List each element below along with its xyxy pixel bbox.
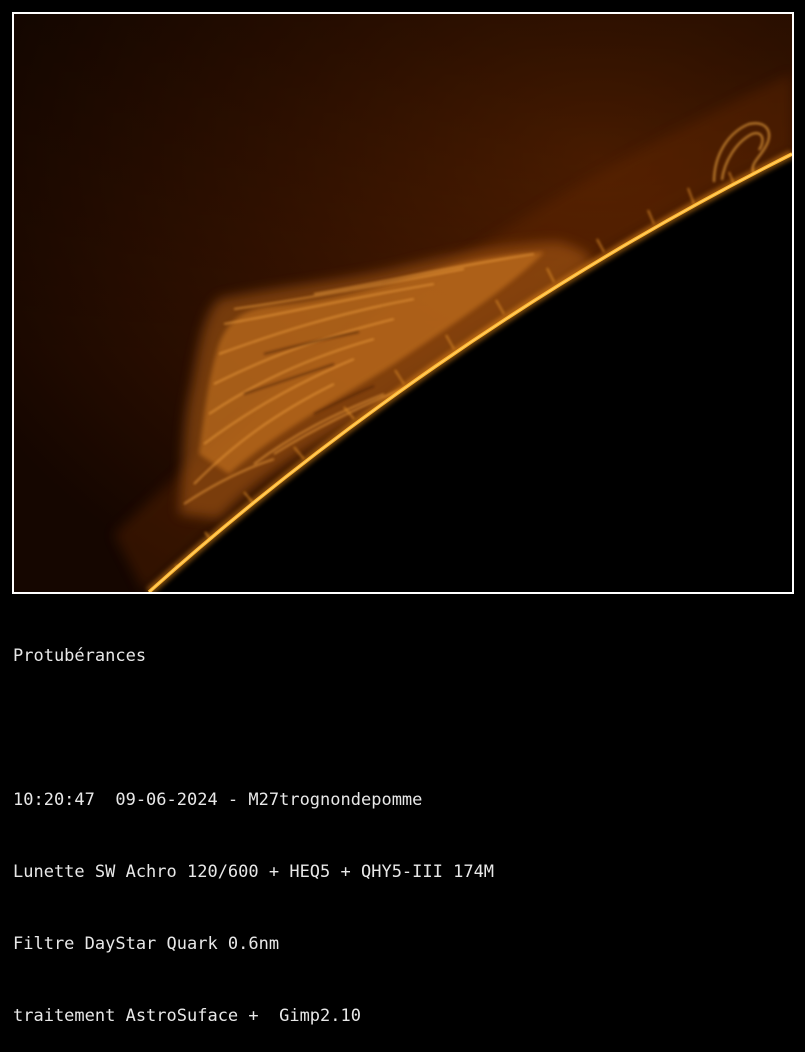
caption-filter: Filtre DayStar Quark 0.6nm [13, 934, 280, 954]
caption-processing: traitement AstroSuface + Gimp2.10 [13, 1006, 361, 1026]
solar-image-frame [12, 12, 794, 594]
caption-equipment: Lunette SW Achro 120/600 + HEQ5 + QHY5-I… [13, 862, 495, 882]
caption-time-date-author: 10:20:47 09-06-2024 - M27trognondepomme [13, 790, 423, 810]
caption-title: Protubérances [13, 646, 147, 666]
image-caption: Protubérances 10:20:47 09-06-2024 - M27t… [13, 596, 494, 1052]
solar-limb-image [14, 14, 792, 592]
